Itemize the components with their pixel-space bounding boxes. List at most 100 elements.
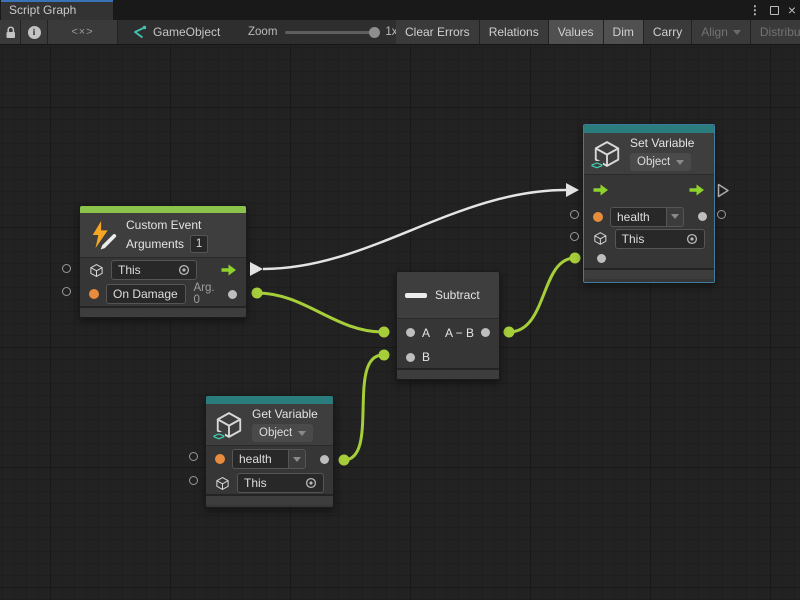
arg0-output-port[interactable] bbox=[228, 290, 237, 299]
lightning-pencil-icon bbox=[88, 220, 118, 250]
new-value-port[interactable] bbox=[597, 254, 606, 263]
cube-icon bbox=[215, 476, 230, 491]
cube-icon bbox=[89, 263, 104, 278]
wire-subtract-to-setvariable bbox=[509, 258, 575, 332]
tab-script-graph[interactable]: Script Graph bbox=[1, 0, 113, 20]
custom-event-target-port[interactable] bbox=[62, 287, 71, 296]
chevron-down-icon bbox=[298, 431, 306, 436]
port-row-new-value bbox=[584, 249, 714, 268]
wire-endpoint-dot bbox=[570, 253, 581, 264]
event-accent-bar bbox=[80, 206, 246, 213]
target-icon[interactable] bbox=[305, 477, 317, 489]
set-variable-value-out-port[interactable] bbox=[717, 210, 726, 219]
get-variable-name-port[interactable] bbox=[189, 452, 198, 461]
set-variable-flow-out-port[interactable] bbox=[717, 183, 730, 198]
wire-arg0-to-subtract-a bbox=[257, 293, 383, 332]
port-row-on-damage: On Damage Arg. 0 bbox=[80, 282, 246, 306]
subtract-body: A A − B B bbox=[397, 319, 499, 368]
this-field[interactable]: This bbox=[111, 260, 197, 280]
port-row-this: This bbox=[80, 258, 246, 282]
code-icon: <×> bbox=[71, 26, 93, 38]
arg0-label: Arg. 0 bbox=[193, 282, 221, 306]
variable-scope-dropdown[interactable]: Object bbox=[630, 153, 691, 171]
target-icon[interactable] bbox=[178, 264, 190, 276]
dim-button[interactable]: Dim bbox=[604, 20, 644, 44]
node-title: Subtract bbox=[435, 288, 480, 302]
close-icon[interactable]: × bbox=[788, 5, 796, 15]
port-row-this: This bbox=[206, 472, 333, 494]
node-subtract[interactable]: Subtract A A − B B bbox=[396, 271, 500, 380]
wire-getvariable-to-subtract-b bbox=[344, 355, 383, 460]
output-label: A − B bbox=[445, 326, 474, 340]
arguments-label: Arguments bbox=[126, 237, 184, 251]
variable-name-dropdown[interactable]: health bbox=[610, 207, 684, 227]
output-port[interactable] bbox=[481, 328, 490, 337]
set-variable-flow-in-connector[interactable] bbox=[566, 183, 579, 197]
flow-out-arrow-icon[interactable] bbox=[221, 264, 237, 276]
values-button[interactable]: Values bbox=[549, 20, 604, 44]
set-variable-body: health This bbox=[584, 175, 714, 268]
input-b-port[interactable] bbox=[406, 353, 415, 362]
node-custom-event[interactable]: Custom Event Arguments 1 This bbox=[79, 205, 247, 318]
node-set-variable[interactable]: <> Set Variable Object bbox=[583, 124, 715, 283]
variable-accent-bar bbox=[584, 125, 714, 133]
zoom-slider-knob[interactable] bbox=[369, 27, 380, 38]
maximize-icon[interactable] bbox=[770, 6, 779, 15]
value-output-port[interactable] bbox=[698, 212, 707, 221]
lock-button[interactable] bbox=[0, 20, 21, 44]
graph-target[interactable]: GameObject bbox=[132, 20, 220, 44]
clear-errors-button[interactable]: Clear Errors bbox=[396, 20, 480, 44]
graph-canvas[interactable]: Custom Event Arguments 1 This bbox=[0, 45, 800, 600]
object-variable-icon: <> bbox=[214, 410, 244, 440]
name-port[interactable] bbox=[593, 212, 603, 222]
custom-event-header: Custom Event Arguments 1 bbox=[80, 213, 246, 258]
chevron-down-icon bbox=[733, 30, 741, 35]
custom-event-body: This On Damage bbox=[80, 258, 246, 306]
node-footer bbox=[206, 494, 333, 505]
code-preview-button[interactable]: <×> bbox=[48, 20, 118, 44]
input-a-label: A bbox=[422, 326, 430, 340]
custom-event-flow-in-port[interactable] bbox=[62, 264, 71, 273]
variable-name-dropdown[interactable]: health bbox=[232, 449, 306, 469]
event-name-field[interactable]: On Damage bbox=[106, 284, 186, 304]
flow-out-arrow-icon[interactable] bbox=[689, 184, 705, 196]
toolbar-buttons: Clear Errors Relations Values Dim Carry … bbox=[396, 20, 800, 44]
variable-scope-dropdown[interactable]: Object bbox=[252, 424, 313, 442]
target-icon[interactable] bbox=[686, 233, 698, 245]
dropdown-button[interactable] bbox=[289, 449, 306, 469]
port-row-b: B bbox=[397, 346, 499, 368]
distribute-button[interactable]: Distribute bbox=[751, 20, 800, 44]
flow-in-arrow-icon[interactable] bbox=[593, 184, 609, 196]
zoom-slider[interactable] bbox=[285, 31, 377, 34]
set-variable-target-port[interactable] bbox=[570, 232, 579, 241]
align-button[interactable]: Align bbox=[692, 20, 751, 44]
dropdown-button[interactable] bbox=[667, 207, 684, 227]
cube-icon bbox=[593, 231, 608, 246]
graph-toolbar: i <×> GameObject Zoom 1x Clear Errors Re… bbox=[0, 20, 800, 45]
relations-button[interactable]: Relations bbox=[480, 20, 549, 44]
node-title: Get Variable bbox=[252, 407, 318, 421]
event-port[interactable] bbox=[89, 289, 99, 299]
get-variable-header: <> Get Variable Object bbox=[206, 404, 333, 446]
arguments-count-field[interactable]: 1 bbox=[190, 235, 208, 253]
this-field[interactable]: This bbox=[237, 473, 324, 493]
custom-event-flow-out-connector[interactable] bbox=[250, 262, 263, 276]
port-row-a: A A − B bbox=[397, 319, 499, 346]
info-icon: i bbox=[28, 26, 41, 39]
variable-accent-bar bbox=[206, 396, 333, 404]
name-port[interactable] bbox=[215, 454, 225, 464]
wire-endpoint-dot bbox=[339, 455, 350, 466]
value-output-port[interactable] bbox=[320, 455, 329, 464]
node-get-variable[interactable]: <> Get Variable Object health bbox=[205, 395, 334, 508]
window-menu-icon[interactable]: ⋮ bbox=[749, 3, 761, 17]
input-b-label: B bbox=[422, 350, 430, 364]
set-variable-name-port[interactable] bbox=[570, 210, 579, 219]
window-controls: ⋮ × bbox=[749, 0, 796, 20]
node-footer bbox=[80, 306, 246, 317]
zoom-control: Zoom 1x bbox=[248, 20, 398, 44]
input-a-port[interactable] bbox=[406, 328, 415, 337]
get-variable-target-port[interactable] bbox=[189, 476, 198, 485]
this-field[interactable]: This bbox=[615, 229, 705, 249]
info-button[interactable]: i bbox=[21, 20, 48, 44]
carry-button[interactable]: Carry bbox=[644, 20, 692, 44]
